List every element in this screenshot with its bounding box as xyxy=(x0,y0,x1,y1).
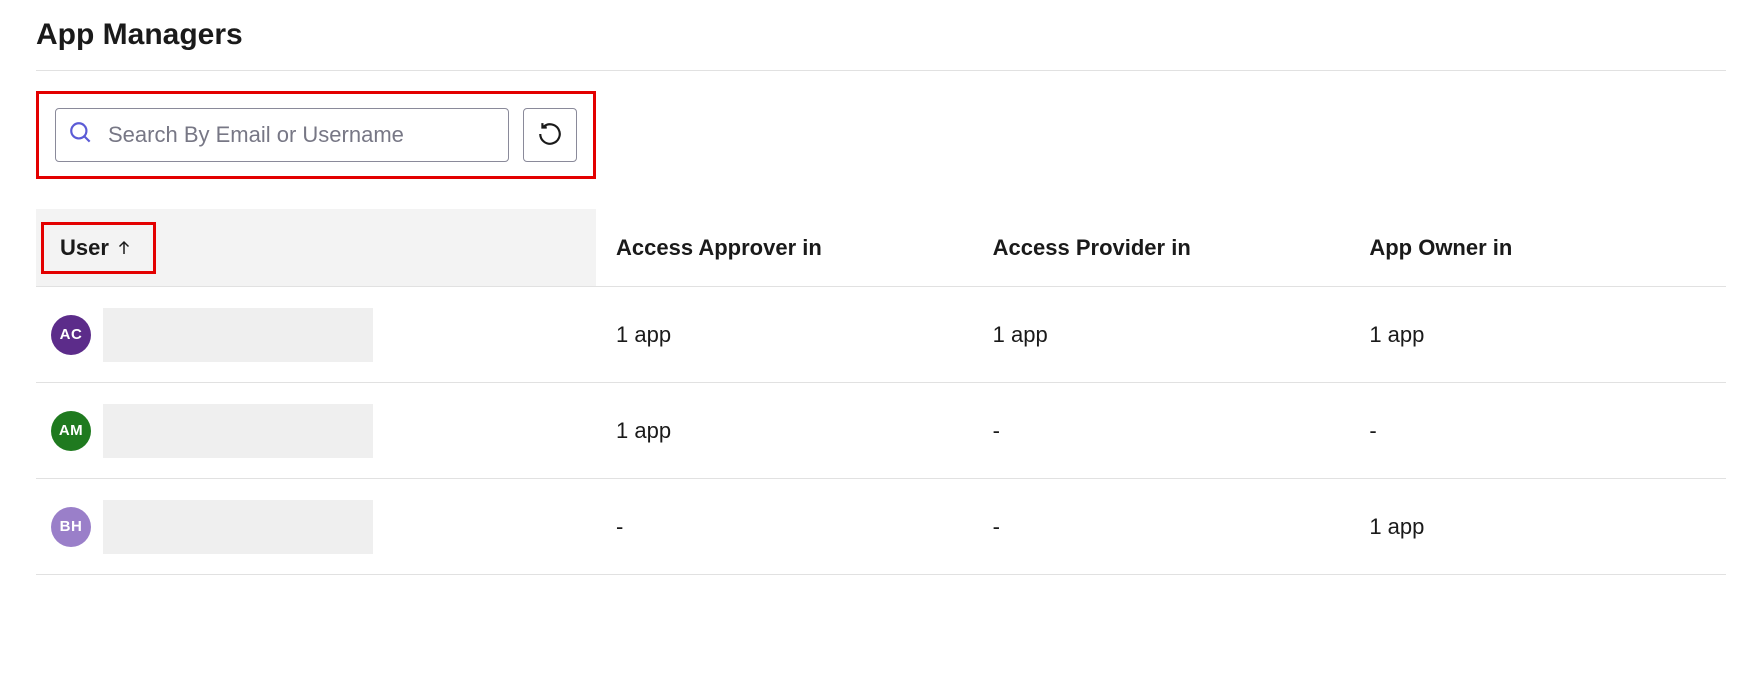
search-box[interactable] xyxy=(55,108,509,162)
avatar: AM xyxy=(51,411,91,451)
table-row[interactable]: AC1 app1 app1 app xyxy=(36,287,1726,383)
cell-access-approver: 1 app xyxy=(596,322,973,348)
avatar: AC xyxy=(51,315,91,355)
cell-app-owner: 1 app xyxy=(1349,514,1726,540)
column-header-access-provider[interactable]: Access Provider in xyxy=(973,235,1350,261)
cell-access-provider: 1 app xyxy=(973,322,1350,348)
table-row[interactable]: BH--1 app xyxy=(36,479,1726,575)
cell-app-owner: 1 app xyxy=(1349,322,1726,348)
column-header-user[interactable]: User xyxy=(41,222,156,274)
search-area-highlight xyxy=(36,91,596,179)
column-header-app-owner[interactable]: App Owner in xyxy=(1349,235,1726,261)
user-cell: AC xyxy=(36,308,596,362)
user-name-placeholder xyxy=(103,500,373,554)
table-header-row: User Access Approver in Access Provider … xyxy=(36,209,1726,287)
user-cell: AM xyxy=(36,404,596,458)
page-title: App Managers xyxy=(36,18,1726,52)
title-divider xyxy=(36,70,1726,71)
sort-arrow-up-icon xyxy=(115,239,133,257)
user-name-placeholder xyxy=(103,308,373,362)
cell-access-approver: 1 app xyxy=(596,418,973,444)
cell-access-provider: - xyxy=(973,514,1350,540)
user-name-placeholder xyxy=(103,404,373,458)
cell-app-owner: - xyxy=(1349,418,1726,444)
user-cell: BH xyxy=(36,500,596,554)
refresh-button[interactable] xyxy=(523,108,577,162)
column-header-user-label: User xyxy=(60,235,109,261)
search-icon xyxy=(68,120,94,151)
avatar: BH xyxy=(51,507,91,547)
refresh-icon xyxy=(537,121,563,150)
cell-access-approver: - xyxy=(596,514,973,540)
table-row[interactable]: AM1 app-- xyxy=(36,383,1726,479)
column-header-access-approver[interactable]: Access Approver in xyxy=(596,235,973,261)
cell-access-provider: - xyxy=(973,418,1350,444)
column-header-user-wrap: User xyxy=(36,209,596,286)
managers-table: User Access Approver in Access Provider … xyxy=(36,209,1726,575)
search-input[interactable] xyxy=(106,121,496,149)
